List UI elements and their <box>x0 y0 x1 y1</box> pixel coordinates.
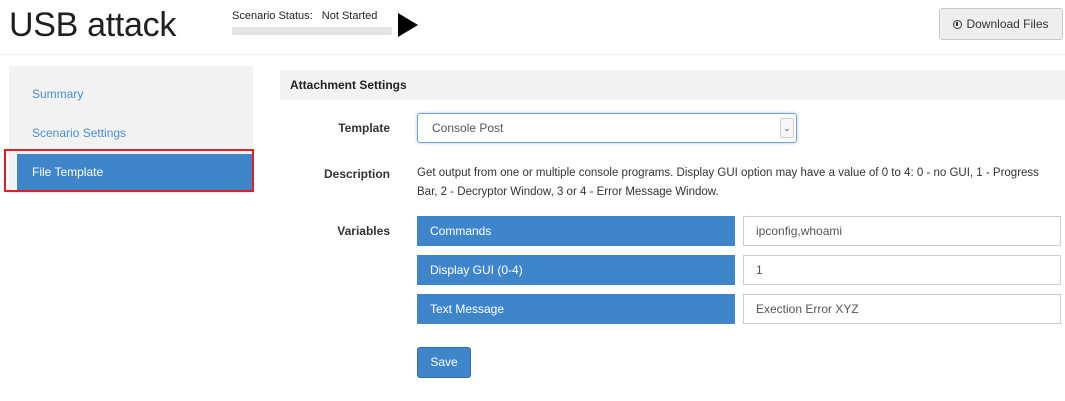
description-text: Get output from one or multiple console … <box>417 167 1039 198</box>
template-label: Template <box>338 121 390 135</box>
download-files-button[interactable]: Download Files <box>939 8 1063 40</box>
sidebar-item-summary[interactable]: Summary <box>9 76 253 112</box>
text-message-input[interactable] <box>743 294 1061 324</box>
template-select[interactable]: Console Post ⌄ <box>417 113 797 143</box>
variable-name-display-gui: Display GUI (0-4) <box>417 255 735 285</box>
template-value: Console Post <box>432 121 504 135</box>
display-gui-input[interactable] <box>743 255 1061 285</box>
chevron-down-icon: ⌄ <box>780 118 794 138</box>
panel-title: Attachment Settings <box>280 70 1065 100</box>
commands-input[interactable] <box>743 216 1061 246</box>
sidebar-item-scenario-settings[interactable]: Scenario Settings <box>9 115 253 151</box>
scenario-status: Scenario Status: Not Started <box>232 10 392 22</box>
page-title: USB attack <box>9 6 177 44</box>
highlight-box <box>4 149 254 192</box>
variable-name-commands: Commands <box>417 216 735 246</box>
status-label: Scenario Status: <box>232 10 313 22</box>
save-button[interactable]: Save <box>417 347 471 378</box>
download-circle-icon <box>953 19 963 29</box>
play-icon[interactable] <box>398 13 418 37</box>
description-label: Description <box>323 167 390 181</box>
variables-label: Variables <box>337 224 390 238</box>
status-value: Not Started <box>321 10 378 22</box>
status-progress-bar <box>232 27 392 35</box>
download-files-label: Download Files <box>966 17 1049 31</box>
variable-name-text-message: Text Message <box>417 294 735 324</box>
header-divider <box>0 54 1065 55</box>
